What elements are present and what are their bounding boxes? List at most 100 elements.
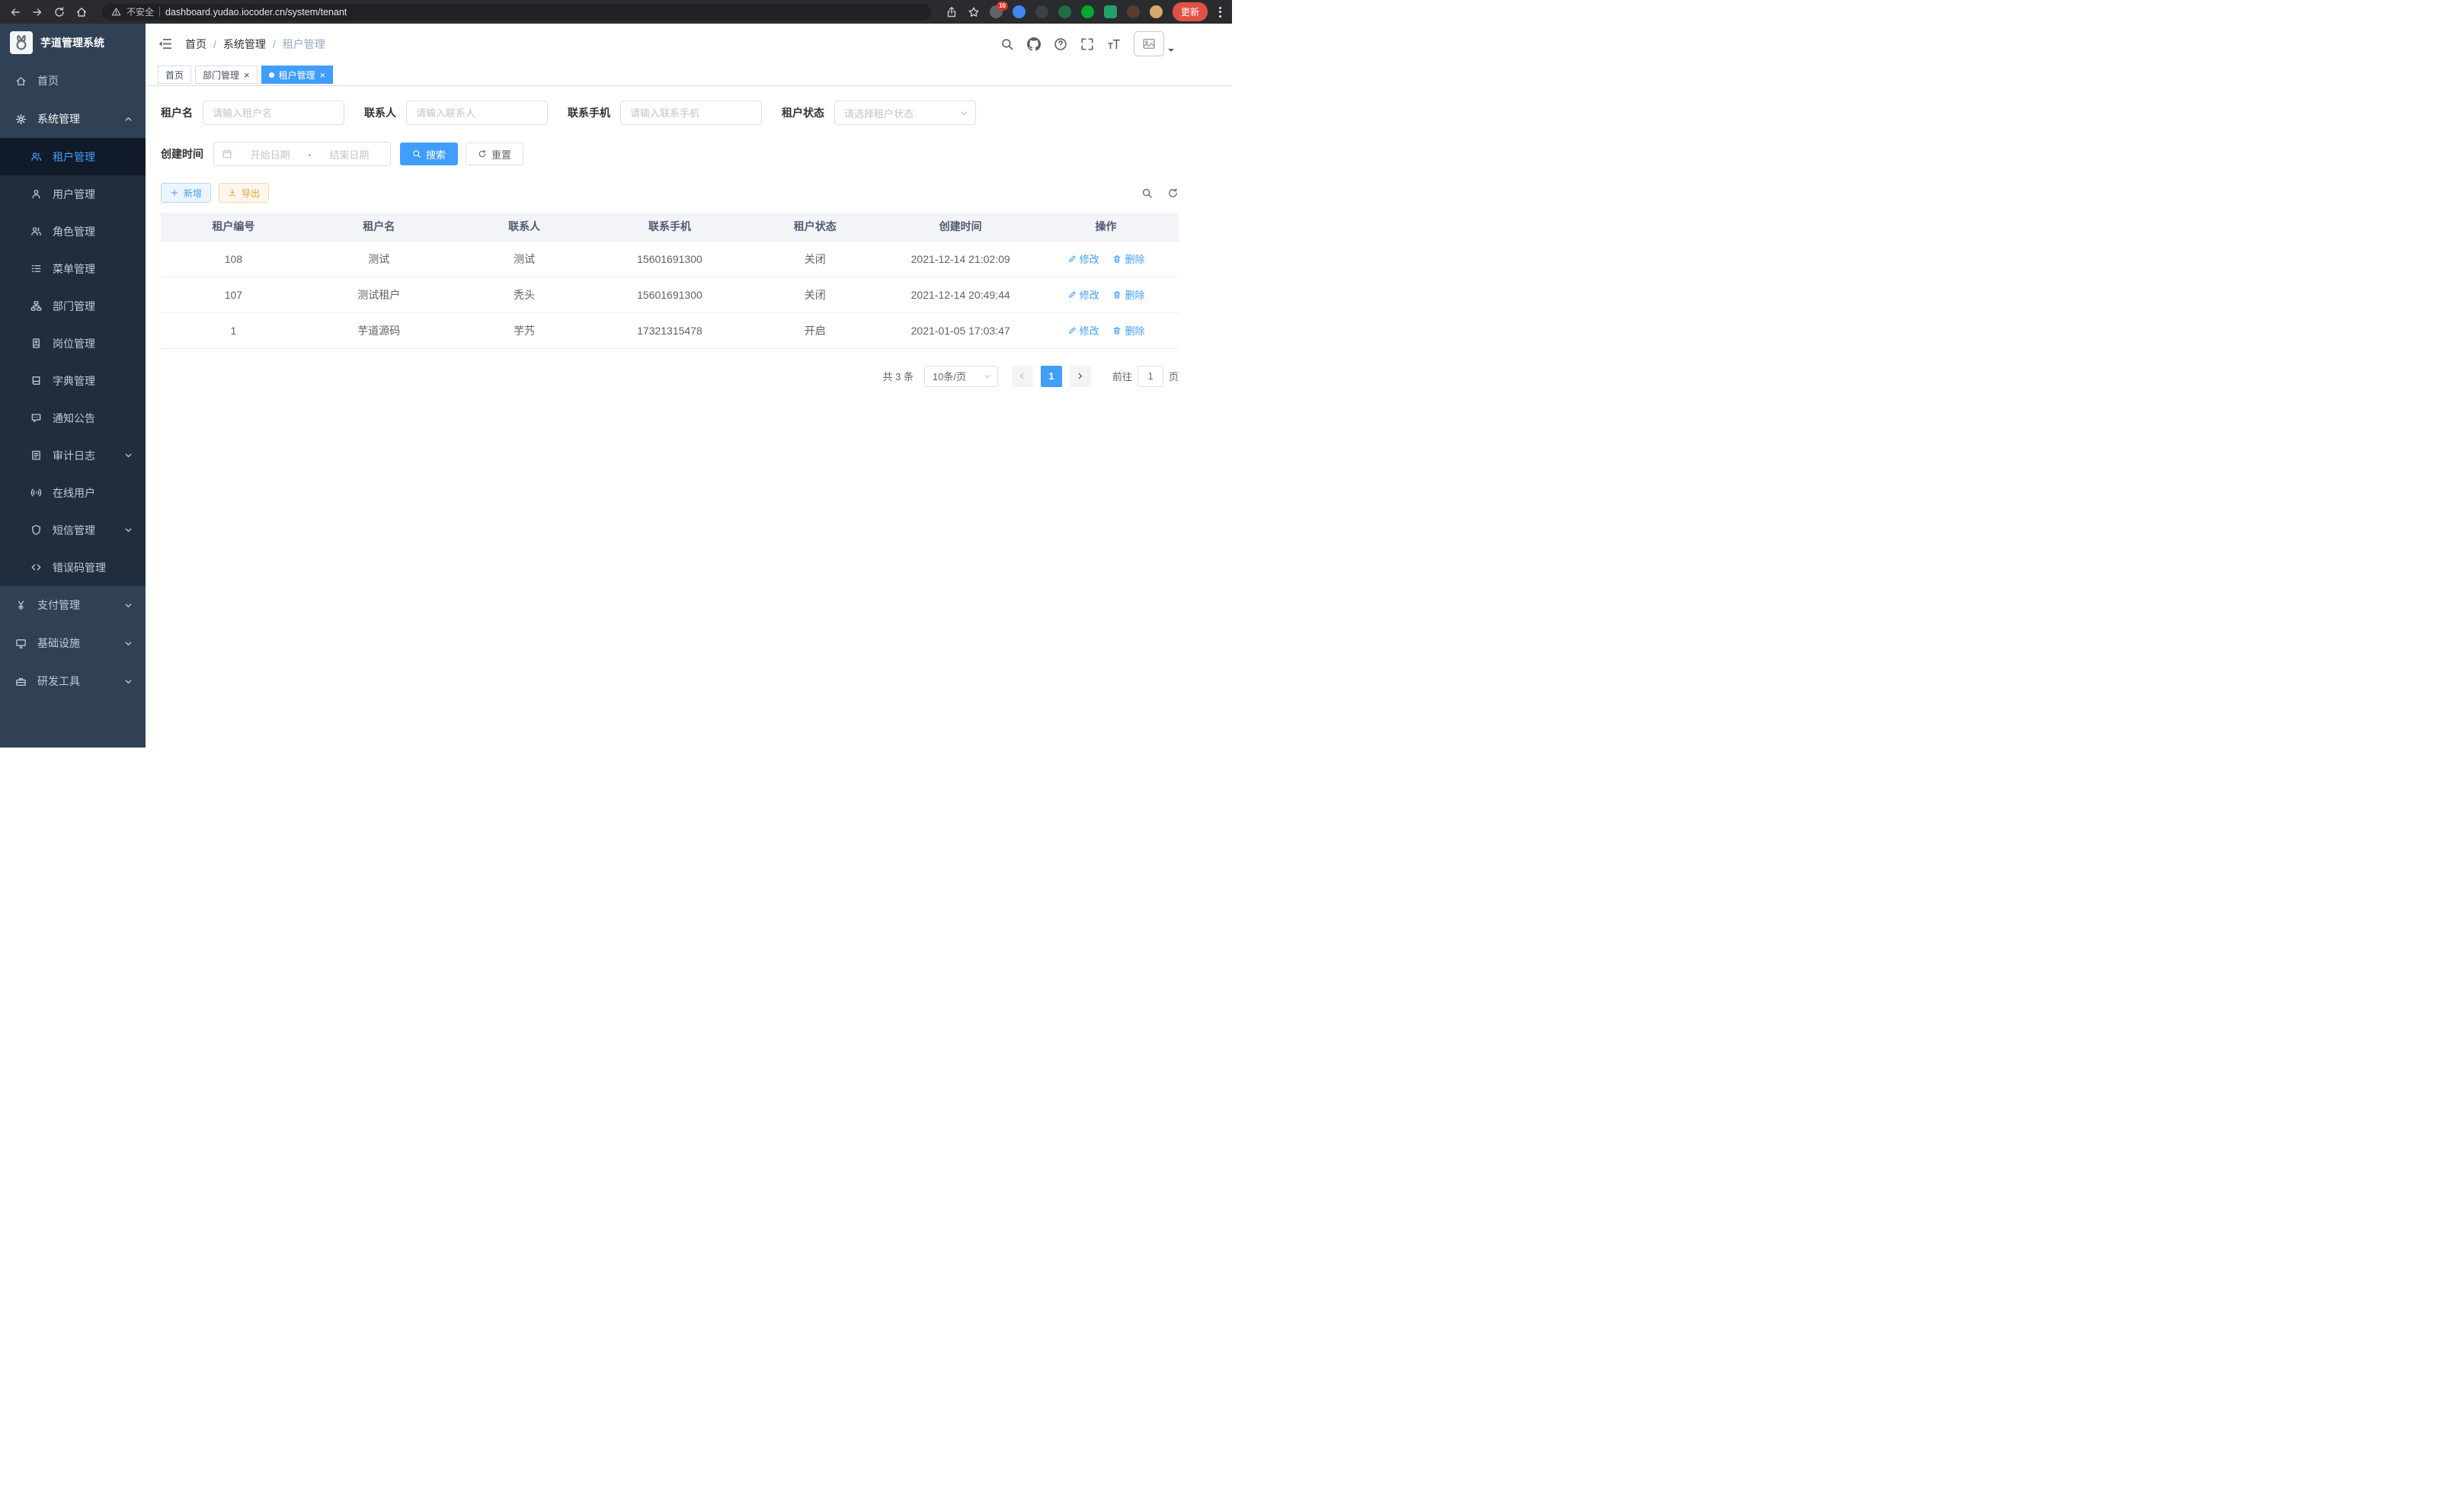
sidebar-item-user[interactable]: 用户管理 — [0, 175, 146, 213]
sidebar-fold-icon[interactable] — [158, 37, 172, 51]
sidebar-logo[interactable]: 芋道管理系统 — [0, 24, 146, 62]
delete-button[interactable]: 删除 — [1112, 251, 1144, 266]
extension-icon-2[interactable] — [1013, 5, 1026, 18]
edit-label: 修改 — [1080, 251, 1099, 266]
tab-home[interactable]: 首页 — [158, 66, 191, 84]
cell-contact: 测试 — [452, 241, 597, 277]
browser-home-icon[interactable] — [75, 6, 88, 18]
delete-label: 删除 — [1125, 287, 1144, 302]
toolbox-icon — [15, 676, 27, 687]
page-number-1[interactable]: 1 — [1041, 366, 1062, 387]
reload-icon[interactable] — [53, 6, 66, 18]
search-icon[interactable] — [1000, 37, 1014, 51]
sidebar-item-system[interactable]: 系统管理 — [0, 100, 146, 138]
edit-button[interactable]: 修改 — [1067, 323, 1099, 338]
add-button[interactable]: 新增 — [161, 183, 211, 203]
goto-page-input[interactable] — [1138, 366, 1163, 387]
home-icon — [15, 75, 27, 87]
tab-tenant[interactable]: 租户管理 × — [261, 66, 334, 84]
tenant-name-input[interactable] — [203, 101, 344, 125]
sidebar-item-error-code[interactable]: 错误码管理 — [0, 549, 146, 586]
sidebar-item-post[interactable]: 岗位管理 — [0, 325, 146, 362]
prev-page-button[interactable] — [1012, 366, 1033, 387]
sidebar-item-infra[interactable]: 基础设施 — [0, 624, 146, 662]
sidebar-item-dict[interactable]: 字典管理 — [0, 362, 146, 399]
status-select[interactable]: 请选择租户状态 — [834, 101, 976, 125]
mobile-input[interactable] — [620, 101, 762, 125]
filter-tenant-name: 租户名 — [161, 101, 344, 125]
filter-contact: 联系人 — [364, 101, 548, 125]
app-title: 芋道管理系统 — [40, 35, 104, 50]
extension-icon-3[interactable] — [1035, 5, 1048, 18]
extension-icon-6[interactable] — [1104, 5, 1117, 18]
share-icon[interactable] — [946, 6, 958, 18]
close-icon[interactable]: × — [320, 70, 326, 80]
trash-icon — [1112, 290, 1122, 299]
search-button[interactable]: 搜索 — [400, 142, 458, 165]
chrome-profile-avatar[interactable] — [1150, 5, 1163, 18]
breadcrumb-section[interactable]: 系统管理 — [223, 37, 266, 52]
extension-icon-1[interactable]: 10 — [990, 5, 1003, 18]
sidebar-item-audit-log[interactable]: 审计日志 — [0, 437, 146, 474]
github-icon[interactable] — [1027, 37, 1041, 51]
breadcrumb-home[interactable]: 首页 — [185, 37, 206, 52]
sidebar-item-tenant[interactable]: 租户管理 — [0, 138, 146, 175]
sidebar-item-label: 租户管理 — [53, 149, 95, 165]
edit-button[interactable]: 修改 — [1067, 251, 1099, 266]
sidebar-item-sms[interactable]: 短信管理 — [0, 511, 146, 549]
help-icon[interactable] — [1054, 37, 1067, 51]
refresh-icon[interactable] — [1167, 187, 1179, 199]
delete-button[interactable]: 删除 — [1112, 323, 1144, 338]
sidebar-item-online-user[interactable]: 在线用户 — [0, 474, 146, 511]
url-text[interactable]: dashboard.yudao.iocoder.cn/system/tenant — [165, 7, 347, 18]
sidebar-item-notice[interactable]: 通知公告 — [0, 399, 146, 437]
sidebar-item-menu[interactable]: 菜单管理 — [0, 250, 146, 287]
forward-icon[interactable] — [31, 6, 43, 18]
back-icon[interactable] — [9, 6, 21, 18]
caret-down-icon — [1168, 49, 1174, 55]
export-button[interactable]: 导出 — [219, 183, 269, 203]
cell-status: 关闭 — [742, 241, 888, 277]
sidebar-item-role[interactable]: 角色管理 — [0, 213, 146, 250]
next-page-button[interactable] — [1070, 366, 1091, 387]
edit-button[interactable]: 修改 — [1067, 287, 1099, 302]
cell-mobile: 17321315478 — [597, 312, 743, 348]
warning-icon — [111, 7, 121, 17]
extension-puzzle-icon[interactable] — [1127, 5, 1140, 18]
trash-icon — [1112, 255, 1122, 264]
date-range-picker[interactable]: 开始日期 - 结束日期 — [213, 142, 391, 166]
browser-chrome: 不安全 dashboard.yudao.iocoder.cn/system/te… — [0, 0, 1232, 24]
sidebar-item-label: 用户管理 — [53, 187, 95, 202]
reset-button-label: 重置 — [491, 147, 511, 162]
sidebar-item-home[interactable]: 首页 — [0, 62, 146, 100]
reset-button[interactable]: 重置 — [466, 142, 523, 165]
close-icon[interactable]: × — [244, 70, 250, 80]
chevron-down-icon — [124, 526, 133, 534]
column-header-actions: 操作 — [1033, 213, 1179, 241]
extension-icon-5[interactable] — [1081, 5, 1094, 18]
bookmark-star-icon[interactable] — [968, 6, 980, 18]
browser-menu-icon[interactable] — [1218, 5, 1223, 19]
address-bar[interactable]: 不安全 dashboard.yudao.iocoder.cn/system/te… — [102, 4, 931, 21]
download-icon — [228, 188, 237, 197]
delete-button[interactable]: 删除 — [1112, 287, 1144, 302]
logo-rabbit-icon — [10, 31, 33, 54]
browser-update-button[interactable]: 更新 — [1173, 2, 1208, 21]
plus-icon — [170, 188, 179, 197]
tab-dept[interactable]: 部门管理 × — [195, 66, 258, 84]
user-avatar-menu[interactable] — [1134, 31, 1174, 56]
sidebar-item-label: 在线用户 — [53, 485, 95, 501]
edit-icon — [1067, 290, 1077, 299]
add-button-label: 新增 — [184, 187, 202, 200]
contact-input[interactable] — [406, 101, 548, 125]
page-size-select[interactable]: 10条/页 — [924, 366, 998, 387]
sidebar-item-payment[interactable]: 支付管理 — [0, 586, 146, 624]
hide-search-icon[interactable] — [1141, 187, 1153, 199]
sidebar-item-dept[interactable]: 部门管理 — [0, 287, 146, 325]
fullscreen-icon[interactable] — [1080, 37, 1094, 51]
delete-label: 删除 — [1125, 251, 1144, 266]
security-label[interactable]: 不安全 — [126, 5, 154, 18]
font-size-icon[interactable] — [1107, 37, 1121, 51]
sidebar-item-dev-tools[interactable]: 研发工具 — [0, 662, 146, 700]
extension-icon-4[interactable] — [1058, 5, 1071, 18]
